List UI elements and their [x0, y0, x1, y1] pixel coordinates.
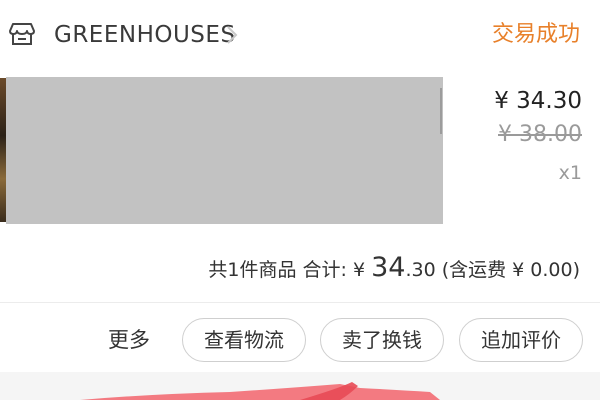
more-button[interactable]: 更多	[108, 325, 150, 355]
order-summary: 共1件商品 合计: ¥ 34.30 (含运费 ¥ 0.00)	[208, 253, 580, 285]
add-review-button[interactable]: 追加评价	[459, 318, 583, 362]
price-current: ¥ 34.30	[494, 88, 582, 114]
summary-shipping: (含运费 ¥ 0.00)	[435, 259, 580, 281]
store-icon	[9, 23, 35, 45]
price-original: ¥ 38.00	[498, 122, 582, 147]
divider	[0, 302, 600, 303]
decorative-brush-stroke	[80, 382, 440, 400]
summary-total-decimal: .30	[405, 259, 436, 281]
order-status: 交易成功	[491, 22, 580, 47]
summary-total-integer: 34	[371, 252, 406, 283]
product-title-fragment	[440, 88, 448, 134]
chevron-right-icon	[227, 26, 238, 44]
quantity: x1	[558, 162, 582, 184]
redacted-product-info[interactable]	[6, 77, 443, 224]
order-header[interactable]: GREENHOUSES 交易成功	[0, 0, 600, 70]
summary-count: 共1件商品 合计: ¥	[208, 259, 372, 281]
shop-name[interactable]: GREENHOUSES	[54, 20, 236, 50]
order-card: GREENHOUSES 交易成功 ¥ 34.30 ¥ 38.00 x1 共1件商…	[0, 0, 600, 372]
resell-button[interactable]: 卖了换钱	[320, 318, 444, 362]
view-logistics-button[interactable]: 查看物流	[182, 318, 306, 362]
